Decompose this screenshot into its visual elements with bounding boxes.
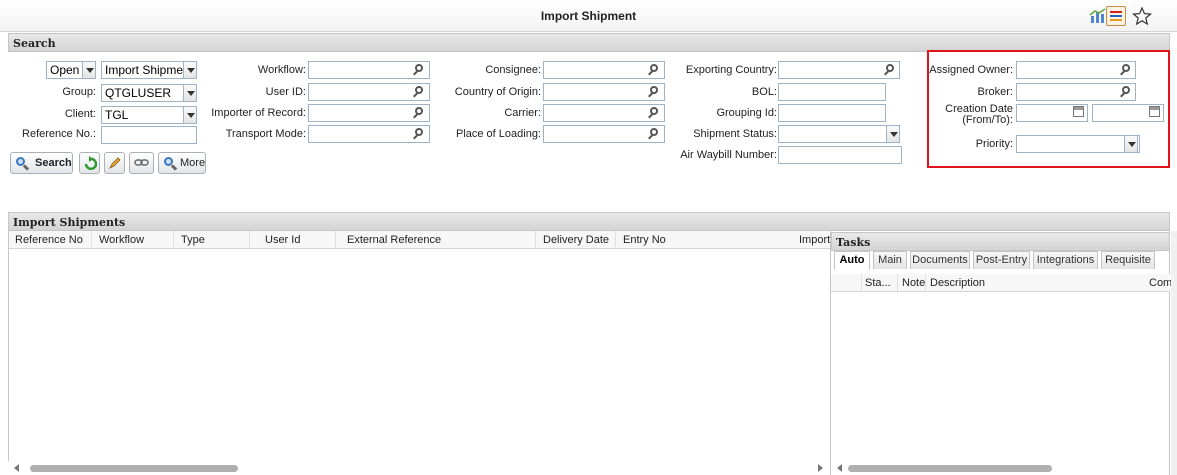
tab-auto[interactable]: Auto	[834, 251, 870, 270]
edit-button[interactable]	[104, 152, 125, 174]
refresh-icon	[84, 156, 97, 170]
lookup-icon[interactable]	[412, 127, 425, 140]
column-header[interactable]: Delivery Date	[543, 234, 609, 246]
lookup-icon[interactable]	[647, 106, 660, 119]
search-icon	[16, 157, 30, 171]
report-icon[interactable]	[1106, 6, 1126, 26]
chart-icon[interactable]	[1088, 6, 1108, 26]
carrier-label: Carrier:	[504, 107, 541, 119]
awb-label: Air Waybill Number:	[680, 149, 777, 161]
ior-label: Importer of Record:	[211, 107, 306, 119]
bol-field[interactable]	[778, 83, 886, 101]
tab-integrations[interactable]: Integrations	[1033, 251, 1098, 269]
tab-requisite[interactable]: Requisite	[1101, 251, 1155, 269]
search-icon	[164, 157, 178, 171]
client-label: Client:	[64, 108, 96, 120]
lookup-icon[interactable]	[647, 127, 660, 140]
shipments-section-header: Import Shipments	[8, 212, 1170, 231]
scroll-thumb[interactable]	[848, 465, 1052, 472]
lookup-icon[interactable]	[1119, 85, 1132, 98]
shipment-status-label: Shipment Status:	[693, 128, 777, 140]
broker-label: Broker:	[977, 86, 1013, 98]
calendar-icon[interactable]	[1149, 106, 1160, 117]
exporting-country-field[interactable]	[778, 61, 900, 79]
lookup-icon[interactable]	[883, 63, 896, 76]
tab-post-entry[interactable]: Post-Entry	[973, 251, 1030, 269]
column-header[interactable]: Type	[181, 234, 205, 246]
tasks-header: Tasks	[831, 232, 1170, 251]
column-header[interactable]: Com	[1149, 277, 1172, 289]
workflow-label: Workflow:	[257, 64, 306, 76]
chevron-down-icon[interactable]	[183, 61, 197, 79]
grouping-field[interactable]	[778, 104, 886, 122]
right-edge	[1171, 231, 1177, 475]
column-header[interactable]: Entry No	[623, 234, 666, 246]
chevron-down-icon[interactable]	[1124, 135, 1138, 153]
awb-field[interactable]	[778, 146, 902, 164]
shipment-status-select[interactable]	[778, 125, 900, 143]
tasks-grid-header: Sta... Note Description Com	[831, 274, 1172, 292]
lookup-icon[interactable]	[412, 63, 425, 76]
userid-label: User ID:	[265, 86, 306, 98]
chevron-down-icon[interactable]	[82, 61, 96, 79]
column-header[interactable]: Sta...	[865, 277, 891, 289]
lookup-icon[interactable]	[647, 85, 660, 98]
creation-date-label: Creation Date (From/To):	[945, 103, 1013, 126]
tab-main[interactable]: Main	[873, 251, 907, 269]
chevron-down-icon[interactable]	[886, 125, 900, 143]
grouping-label: Grouping Id:	[716, 107, 777, 119]
favorite-star-icon[interactable]	[1131, 6, 1153, 26]
search-button[interactable]: Search	[10, 152, 73, 174]
column-header[interactable]: Reference No	[15, 234, 83, 246]
lookup-icon[interactable]	[1119, 63, 1132, 76]
assigned-owner-label: Assigned Owner:	[929, 64, 1013, 76]
group-label: Group:	[62, 86, 96, 98]
more-button[interactable]: More	[158, 152, 206, 174]
loading-label: Place of Loading:	[455, 128, 541, 140]
tab-documents[interactable]: Documents	[910, 251, 970, 269]
column-header[interactable]: Description	[930, 277, 985, 289]
shipments-grid-header: Reference No Workflow Type User Id Exter…	[9, 231, 831, 249]
chevron-down-icon[interactable]	[183, 106, 197, 124]
link-icon	[134, 159, 149, 166]
priority-label: Priority:	[975, 138, 1013, 150]
column-header[interactable]: User Id	[265, 234, 300, 246]
pencil-icon	[109, 157, 121, 169]
bol-label: BOL:	[751, 86, 777, 98]
lookup-icon[interactable]	[412, 106, 425, 119]
assigned-owner-field[interactable]	[1016, 61, 1136, 79]
column-header[interactable]: Import	[799, 234, 830, 246]
chevron-down-icon[interactable]	[183, 84, 197, 102]
shipments-hscrollbar[interactable]	[8, 461, 830, 475]
origin-label: Country of Origin:	[454, 86, 541, 98]
reference-field[interactable]	[101, 126, 197, 144]
column-header[interactable]: External Reference	[347, 234, 441, 246]
column-header[interactable]: Note	[902, 277, 925, 289]
tasks-hscrollbar[interactable]	[832, 461, 1169, 475]
priority-select[interactable]	[1016, 135, 1140, 153]
reference-label: Reference No.:	[22, 128, 96, 140]
lookup-icon[interactable]	[412, 85, 425, 98]
calendar-icon[interactable]	[1073, 106, 1084, 117]
scroll-thumb[interactable]	[30, 465, 238, 472]
link-button[interactable]	[129, 152, 154, 174]
shipments-grid: Reference No Workflow Type User Id Exter…	[8, 231, 831, 475]
lookup-icon[interactable]	[647, 63, 660, 76]
scroll-left-icon[interactable]	[14, 464, 19, 472]
page-title: Import Shipment	[540, 9, 637, 23]
refresh-button[interactable]	[79, 152, 100, 174]
transport-label: Transport Mode:	[225, 128, 306, 140]
scroll-right-icon[interactable]	[818, 464, 823, 472]
consignee-label: Consignee:	[485, 64, 541, 76]
title-bar: Import Shipment	[0, 0, 1177, 32]
column-header[interactable]: Workflow	[99, 234, 144, 246]
scroll-left-icon[interactable]	[837, 464, 842, 472]
broker-field[interactable]	[1016, 83, 1136, 101]
exporting-country-label: Exporting Country:	[685, 64, 777, 76]
